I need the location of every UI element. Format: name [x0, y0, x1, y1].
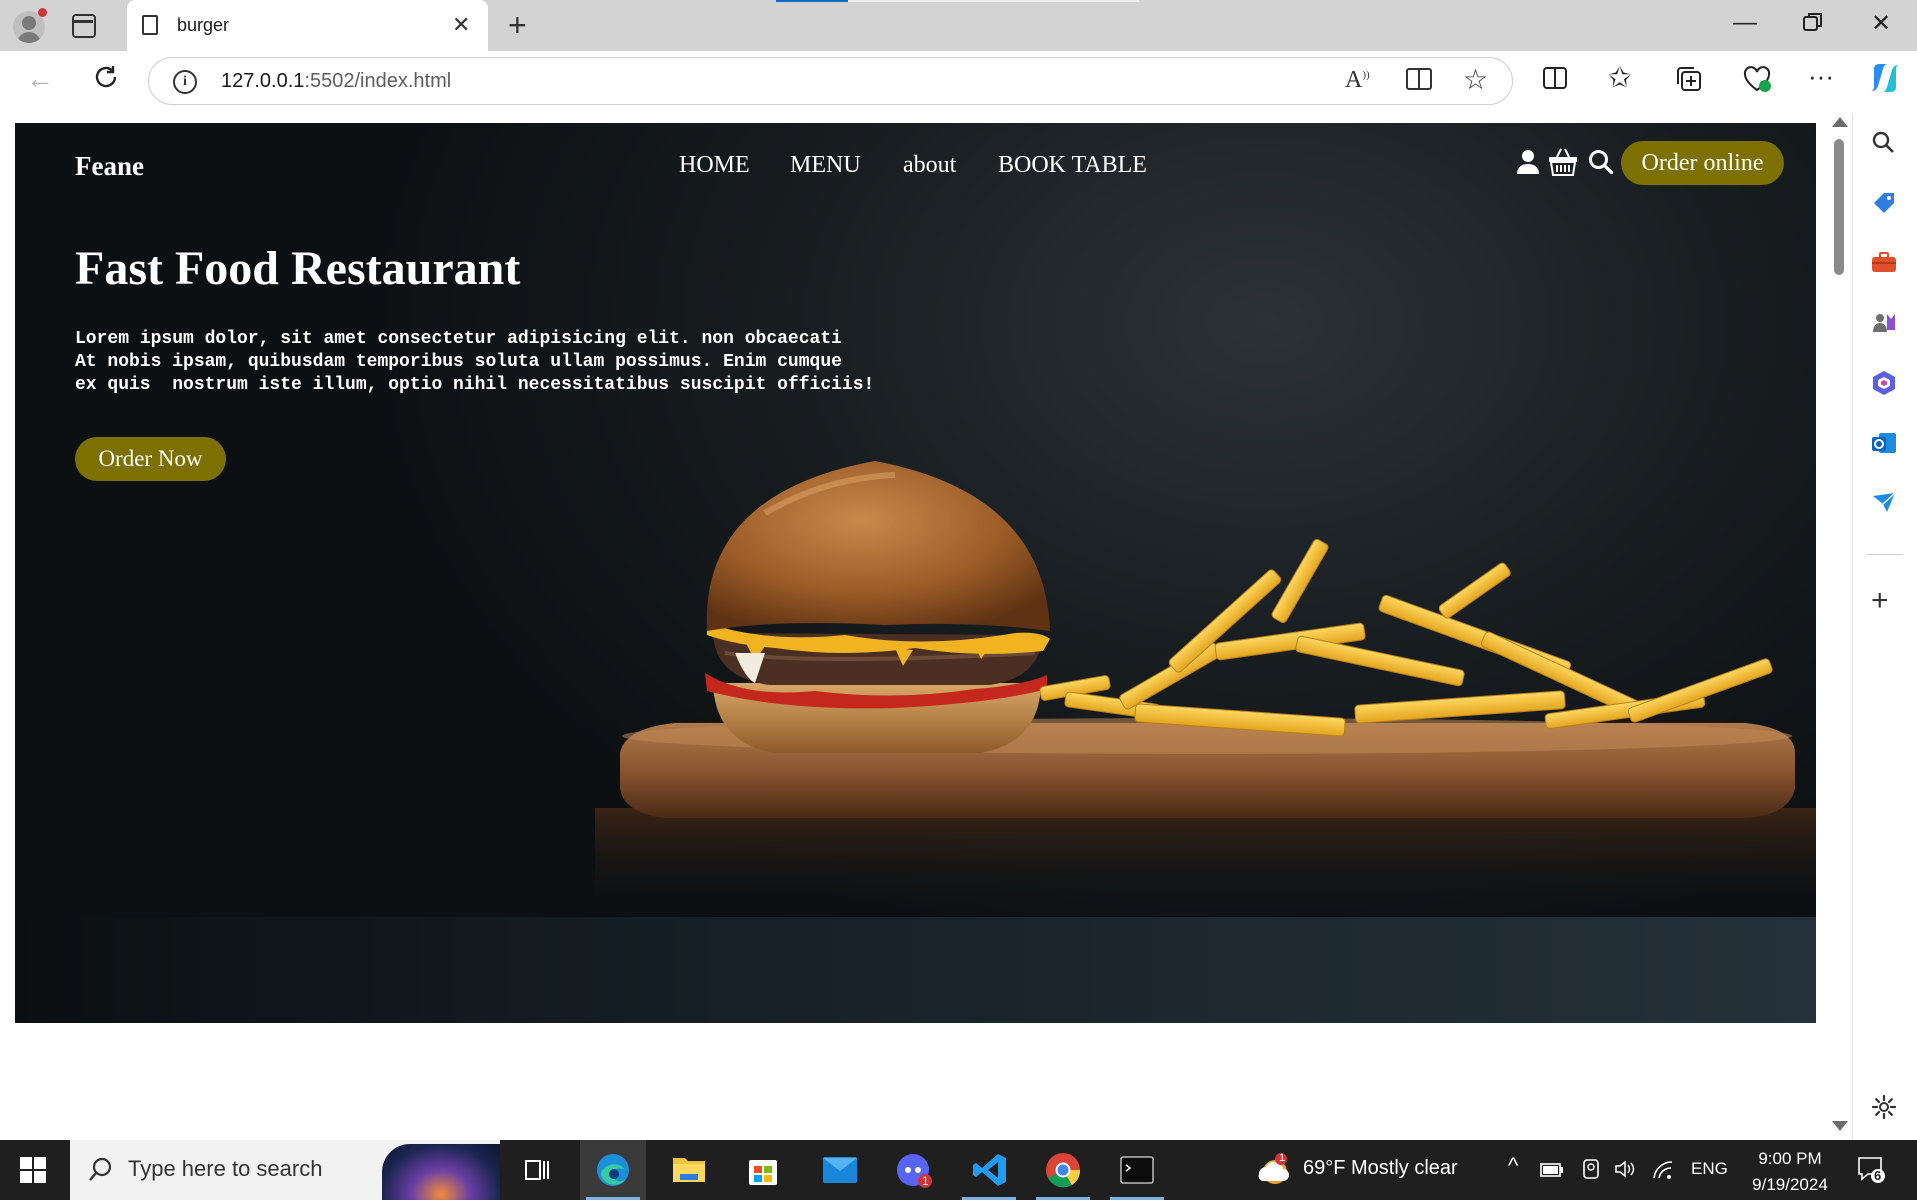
- tray-chevron-up-icon[interactable]: ^: [1508, 1153, 1518, 1179]
- browser-toolbar: ← i 127.0.0.1:5502/index.html A)) ☆ ✩ ··…: [0, 51, 1917, 114]
- browser-tab-bar: burger ✕ + — ✕: [0, 0, 1917, 51]
- back-arrow-icon[interactable]: ←: [26, 63, 54, 95]
- sidebar-games-icon[interactable]: [1871, 310, 1897, 343]
- page-viewport: Feane HOME MENU about BOOK TABLE Order o…: [0, 114, 1826, 1140]
- volume-icon[interactable]: [1614, 1158, 1636, 1185]
- cart-basket-icon[interactable]: [1547, 147, 1579, 182]
- sidebar-outlook-icon[interactable]: [1871, 430, 1897, 463]
- copilot-icon[interactable]: [1868, 61, 1902, 102]
- taskbar-search-box[interactable]: Type here to search: [70, 1140, 500, 1200]
- split-screen-icon[interactable]: [1542, 65, 1568, 98]
- profile-notification-dot: [38, 8, 47, 17]
- sidebar-add-icon[interactable]: +: [1871, 584, 1889, 618]
- read-aloud-icon[interactable]: A)): [1345, 67, 1370, 94]
- collections-icon[interactable]: [1675, 65, 1703, 100]
- sidebar-tools-briefcase-icon[interactable]: [1871, 250, 1897, 281]
- taskbar-search-placeholder: Type here to search: [128, 1156, 323, 1181]
- hero-bottom-band: [15, 917, 1816, 1023]
- new-tab-button[interactable]: +: [508, 7, 527, 44]
- favorites-icon[interactable]: ✩: [1608, 61, 1631, 94]
- clock-date: 9/19/2024: [1752, 1175, 1828, 1194]
- tab-burger[interactable]: burger ✕: [127, 0, 488, 51]
- notifications-icon[interactable]: [1856, 1154, 1886, 1189]
- nav-book-table[interactable]: BOOK TABLE: [998, 152, 1147, 179]
- favorite-star-icon[interactable]: ☆: [1463, 63, 1488, 96]
- battery-icon[interactable]: [1540, 1160, 1564, 1183]
- hero-title: Fast Food Restaurant: [75, 242, 521, 295]
- sidebar-settings-gear-icon[interactable]: [1871, 1094, 1897, 1127]
- scroll-up-arrow-icon[interactable]: [1832, 117, 1848, 127]
- clock-time: 9:00 PM: [1758, 1149, 1822, 1168]
- address-bar[interactable]: i 127.0.0.1:5502/index.html A)) ☆: [148, 57, 1513, 105]
- nav-home[interactable]: HOME: [679, 152, 750, 179]
- hero-description: Lorem ipsum dolor, sit amet consectetur …: [75, 329, 875, 395]
- taskbar-store-icon[interactable]: [730, 1140, 796, 1200]
- weather-icon[interactable]: [1255, 1152, 1291, 1193]
- search-highlight-image: [382, 1144, 500, 1200]
- tab-close-icon[interactable]: ✕: [452, 12, 470, 38]
- nav-about[interactable]: about: [903, 152, 956, 179]
- windows-taskbar: Type here to search 1 1 69°F Mostly clea…: [0, 1140, 1917, 1200]
- sidebar-search-icon[interactable]: [1871, 130, 1895, 161]
- tab-title: burger: [177, 15, 230, 35]
- notification-count: 6: [1874, 1168, 1882, 1183]
- taskbar-search-icon: [88, 1156, 114, 1187]
- task-view-icon[interactable]: [504, 1140, 570, 1200]
- order-online-button[interactable]: Order online: [1621, 141, 1784, 185]
- immersive-reader-icon[interactable]: [1405, 66, 1433, 99]
- taskbar-edge-icon[interactable]: [580, 1140, 646, 1200]
- browser-essentials-icon[interactable]: [1742, 65, 1772, 100]
- close-window-button[interactable]: ✕: [1871, 9, 1891, 38]
- discord-badge: 1: [922, 1174, 929, 1188]
- taskbar-vscode-icon[interactable]: [956, 1140, 1022, 1200]
- taskbar-discord-icon[interactable]: 1: [880, 1140, 946, 1200]
- sidebar-microsoft365-icon[interactable]: [1871, 370, 1897, 403]
- tab-loading-bar: [776, 0, 1139, 2]
- hero-section: Feane HOME MENU about BOOK TABLE Order o…: [15, 123, 1816, 1023]
- sidebar-divider: [1867, 554, 1903, 555]
- page-icon: [142, 15, 158, 35]
- weather-text[interactable]: 69°F Mostly clear: [1303, 1157, 1458, 1180]
- scroll-thumb[interactable]: [1834, 139, 1844, 275]
- taskbar-chrome-icon[interactable]: [1030, 1140, 1096, 1200]
- taskbar-mail-icon[interactable]: [806, 1140, 872, 1200]
- search-icon[interactable]: [1588, 149, 1614, 180]
- language-indicator[interactable]: ENG: [1691, 1159, 1728, 1179]
- minimize-button[interactable]: —: [1733, 9, 1757, 37]
- brand-logo[interactable]: Feane: [75, 151, 144, 182]
- windows-start-icon[interactable]: [20, 1157, 46, 1188]
- page-scrollbar[interactable]: [1826, 114, 1852, 1140]
- burger-fries-image: [595, 461, 1816, 913]
- scroll-down-arrow-icon[interactable]: [1832, 1121, 1848, 1131]
- sidebar-shopping-tag-icon[interactable]: [1871, 190, 1897, 223]
- site-info-icon[interactable]: i: [173, 70, 197, 94]
- taskbar-file-explorer-icon[interactable]: [656, 1140, 722, 1200]
- taskbar-terminal-icon[interactable]: [1104, 1140, 1170, 1200]
- sidebar-send-icon[interactable]: [1871, 490, 1897, 523]
- url-text[interactable]: 127.0.0.1:5502/index.html: [221, 70, 451, 93]
- edge-sidebar: +: [1852, 114, 1917, 1140]
- more-options-icon[interactable]: ···: [1808, 61, 1834, 92]
- taskbar-clock[interactable]: 9:00 PM 9/19/2024: [1740, 1146, 1840, 1198]
- meet-now-icon[interactable]: [1581, 1158, 1601, 1185]
- restore-button[interactable]: [1802, 11, 1824, 40]
- wifi-icon[interactable]: [1652, 1160, 1674, 1185]
- weather-badge: 1: [1279, 1152, 1286, 1164]
- nav-menu[interactable]: MENU: [790, 152, 861, 179]
- user-icon[interactable]: [1516, 149, 1540, 180]
- order-now-button[interactable]: Order Now: [75, 437, 226, 481]
- tab-actions-menu-icon[interactable]: [72, 14, 96, 38]
- refresh-icon[interactable]: [92, 63, 120, 98]
